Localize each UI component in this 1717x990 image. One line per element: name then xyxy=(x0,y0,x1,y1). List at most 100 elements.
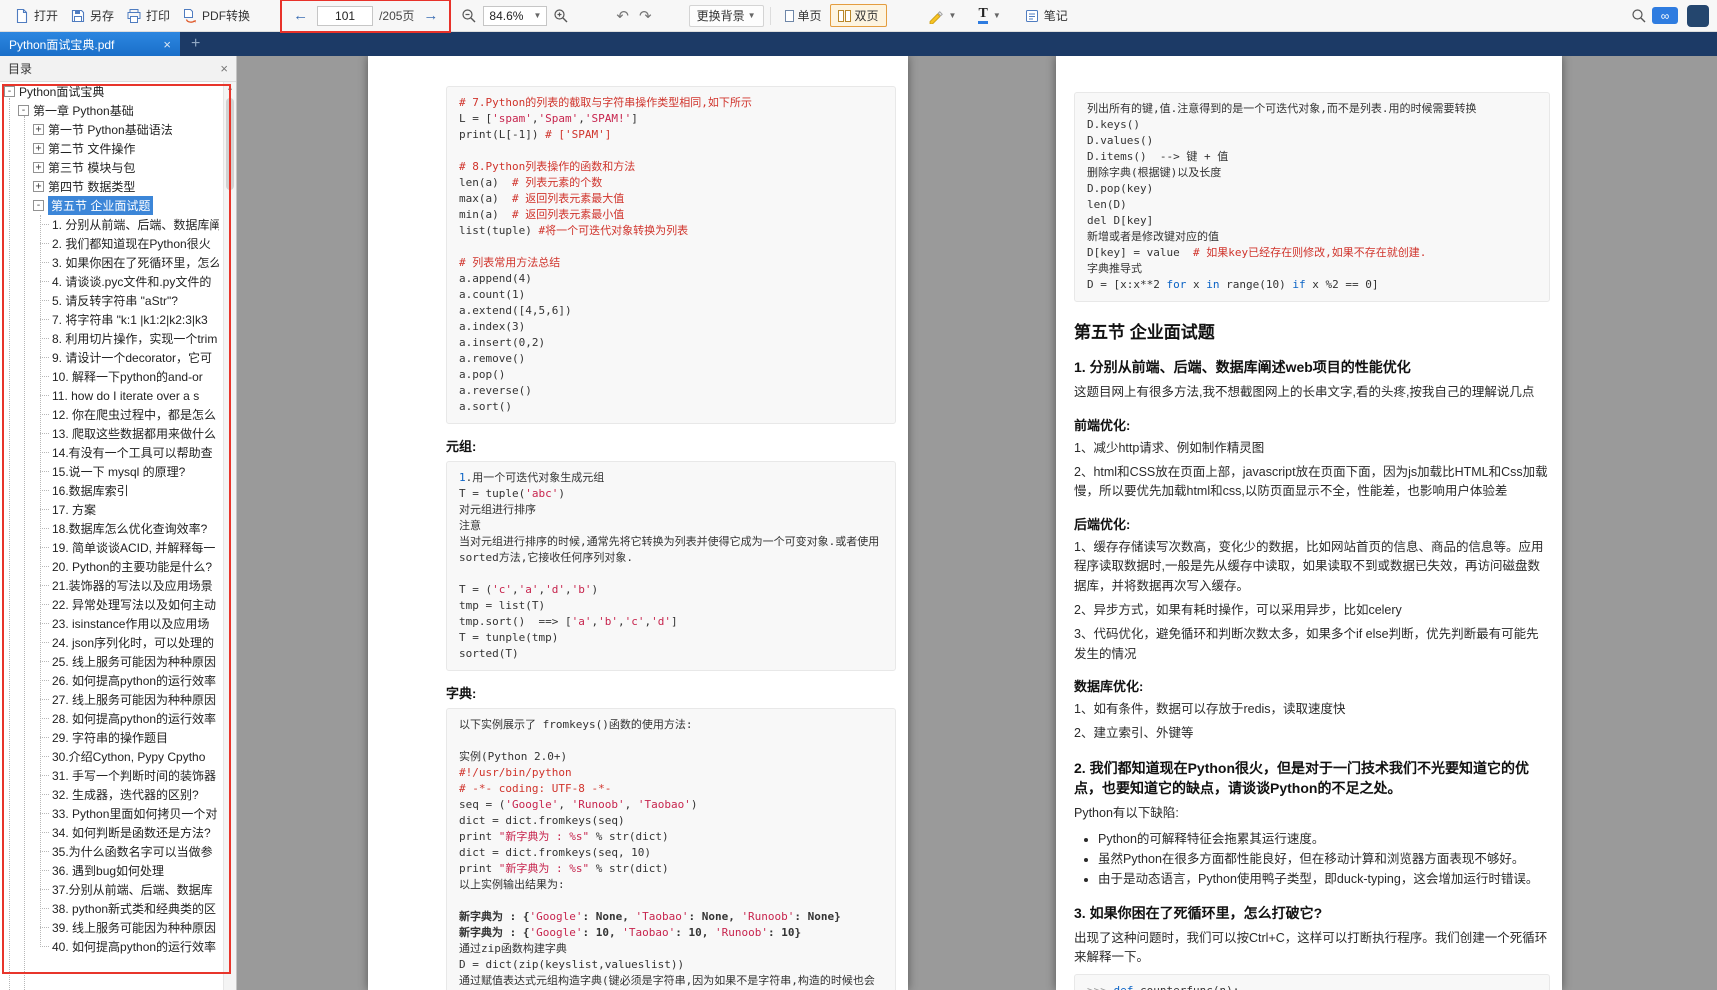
double-page-mode-button[interactable]: 双页 xyxy=(830,4,887,27)
toc-label: 10. 解释一下python的and-or xyxy=(52,368,203,385)
toc-question-item[interactable]: 7. 将字符串 "k:1 |k1:2|k2:3|k3 xyxy=(0,310,223,329)
toc-question-item[interactable]: 11. how do I iterate over a s xyxy=(0,386,223,405)
toc-question-item[interactable]: 4. 请谈谈.pyc文件和.py文件的 xyxy=(0,272,223,291)
tab-close-icon[interactable]: × xyxy=(163,37,171,52)
toc-question-item[interactable]: 2. 我们都知道现在Python很火 xyxy=(0,234,223,253)
toc-question-item[interactable]: 40. 如何提高python的运行效率 xyxy=(0,937,223,956)
change-background-button[interactable]: 更换背景 ▼ xyxy=(689,5,764,27)
single-page-label: 单页 xyxy=(798,7,822,24)
page-number-input[interactable] xyxy=(317,6,373,26)
toc-question-item[interactable]: 24. json序列化时，可以处理的 xyxy=(0,633,223,652)
undo-button[interactable]: ↶ xyxy=(611,7,634,25)
reader-mode-icon[interactable]: ∞ xyxy=(1652,7,1678,24)
toc-question-item[interactable]: 28. 如何提高python的运行效率 xyxy=(0,709,223,728)
toc-question-list: 1. 分别从前端、后端、数据库阐2. 我们都知道现在Python很火3. 如果你… xyxy=(0,215,223,956)
toc-question-item[interactable]: 10. 解释一下python的and-or xyxy=(0,367,223,386)
open-button[interactable]: 打开 xyxy=(8,4,64,27)
zoom-out-icon[interactable] xyxy=(461,8,477,24)
tab-python-pdf[interactable]: Python面试宝典.pdf × xyxy=(0,32,180,56)
document-viewport[interactable]: # 7.Python的列表的截取与字符串操作类型相同,如下所示L = ['spa… xyxy=(238,56,1717,990)
single-page-icon xyxy=(785,10,794,22)
toc-question-item[interactable]: 37.分别从前端、后端、数据库 xyxy=(0,880,223,899)
doc-heading: 3. 如果你困在了死循环里，怎么打破它? xyxy=(1074,903,1550,923)
new-tab-button[interactable]: + xyxy=(180,32,211,56)
text-tool-icon: T xyxy=(978,7,987,24)
print-button[interactable]: 打印 xyxy=(120,4,176,27)
toc-label: 40. 如何提高python的运行效率 xyxy=(52,938,216,955)
doc-heading: 1. 分别从前端、后端、数据库阐述web项目的性能优化 xyxy=(1074,357,1550,377)
prev-page-button[interactable]: ← xyxy=(290,7,311,24)
pdf-convert-button[interactable]: PDF转换 xyxy=(176,4,256,27)
toc-question-item[interactable]: 22. 异常处理写法以及如何主动 xyxy=(0,595,223,614)
toc-node[interactable]: +第四节 数据类型 xyxy=(0,177,223,196)
toc-question-item[interactable]: 8. 利用切片操作，实现一个trim xyxy=(0,329,223,348)
expand-box-icon[interactable]: + xyxy=(33,124,44,135)
single-page-mode-button[interactable]: 单页 xyxy=(777,4,830,27)
toc-question-item[interactable]: 14.有没有一个工具可以帮助查 xyxy=(0,443,223,462)
toc-question-item[interactable]: 35.为什么函数名字可以当做参 xyxy=(0,842,223,861)
toc-question-item[interactable]: 32. 生成器，迭代器的区别? xyxy=(0,785,223,804)
toc-question-item[interactable]: 21.装饰器的写法以及应用场景 xyxy=(0,576,223,595)
toc-label: 13. 爬取这些数据都用来做什么 xyxy=(52,425,216,442)
expand-box-icon[interactable]: + xyxy=(33,162,44,173)
toc-question-item[interactable]: 16.数据库索引 xyxy=(0,481,223,500)
scroll-up-icon[interactable]: ▲ xyxy=(224,82,236,92)
toolbar-edge-icon[interactable] xyxy=(1687,5,1709,27)
toc-node[interactable]: +第二节 文件操作 xyxy=(0,139,223,158)
toc-question-item[interactable]: 27. 线上服务可能因为种种原因 xyxy=(0,690,223,709)
toc-label: 34. 如何判断是函数还是方法? xyxy=(52,824,211,841)
notes-button[interactable]: 笔记 xyxy=(1018,4,1074,27)
toc-question-item[interactable]: 18.数据库怎么优化查询效率? xyxy=(0,519,223,538)
collapse-box-icon[interactable]: - xyxy=(4,86,15,97)
toc-node[interactable]: +第一节 Python基础语法 xyxy=(0,120,223,139)
toc-question-item[interactable]: 13. 爬取这些数据都用来做什么 xyxy=(0,424,223,443)
toc-label: 26. 如何提高python的运行效率 xyxy=(52,672,216,689)
search-icon[interactable] xyxy=(1631,8,1647,24)
expand-box-icon[interactable]: + xyxy=(33,181,44,192)
collapse-box-icon[interactable]: - xyxy=(33,200,44,211)
toc-question-item[interactable]: 23. isinstance作用以及应用场 xyxy=(0,614,223,633)
toc-question-item[interactable]: 20. Python的主要功能是什么? xyxy=(0,557,223,576)
sidebar-close-icon[interactable]: × xyxy=(220,61,228,76)
toc-question-item[interactable]: 9. 请设计一个decorator，它可 xyxy=(0,348,223,367)
toc-node[interactable]: -第五节 企业面试题 xyxy=(0,196,223,215)
toc-label: 32. 生成器，迭代器的区别? xyxy=(52,786,199,803)
toc-label: 第三节 模块与包 xyxy=(48,159,135,176)
toc-question-item[interactable]: 36. 遇到bug如何处理 xyxy=(0,861,223,880)
collapse-box-icon[interactable]: - xyxy=(18,105,29,116)
bullet-item: Python的可解释特征会拖累其运行速度。 xyxy=(1098,829,1550,849)
text-tool-button[interactable]: T ▼ xyxy=(973,5,1005,26)
toc-question-item[interactable]: 25. 线上服务可能因为种种原因 xyxy=(0,652,223,671)
toc-question-item[interactable]: 17. 方案 xyxy=(0,500,223,519)
zoom-level-select[interactable]: 84.6% ▼ xyxy=(483,6,547,26)
toc-question-item[interactable]: 33. Python里面如何拷贝一个对 xyxy=(0,804,223,823)
redo-button[interactable]: ↷ xyxy=(634,7,657,25)
toc-node[interactable]: + 第三节 模块与包 xyxy=(0,158,223,177)
toc-node[interactable]: -第一章 Python基础 xyxy=(0,101,223,120)
toc-question-item[interactable]: 39. 线上服务可能因为种种原因 xyxy=(0,918,223,937)
page-navigation: ← /205页 → xyxy=(290,6,441,26)
toc-label: 28. 如何提高python的运行效率 xyxy=(52,710,216,727)
toc-question-item[interactable]: 1. 分别从前端、后端、数据库阐 xyxy=(0,215,223,234)
toc-question-item[interactable]: 15.说一下 mysql 的原理? xyxy=(0,462,223,481)
code-block: 以下实例展示了 fromkeys()函数的使用方法: 实例(Python 2.0… xyxy=(446,708,896,990)
toc-question-item[interactable]: 29. 字符串的操作题目 xyxy=(0,728,223,747)
toc-question-item[interactable]: 38. python新式类和经典类的区 xyxy=(0,899,223,918)
toc-question-item[interactable]: 19. 简单谈谈ACID, 并解释每一 xyxy=(0,538,223,557)
toc-question-item[interactable]: 5. 请反转字符串 "aStr"? xyxy=(0,291,223,310)
toc-question-item[interactable]: 30.介绍Cython, Pypy Cpytho xyxy=(0,747,223,766)
toc-question-item[interactable]: 12. 你在爬虫过程中，都是怎么 xyxy=(0,405,223,424)
zoom-in-icon[interactable] xyxy=(553,8,569,24)
toc-node[interactable]: -Python面试宝典 xyxy=(0,82,223,101)
toc-question-item[interactable]: 34. 如何判断是函数还是方法? xyxy=(0,823,223,842)
toc-question-item[interactable]: 31. 手写一个判断时间的装饰器 xyxy=(0,766,223,785)
pdf-reader-window: 打开 另存 打印 PDF转换 ← /205页 → 84.6% ▼ xyxy=(0,0,1717,990)
toc-question-item[interactable]: 26. 如何提高python的运行效率 xyxy=(0,671,223,690)
scrollbar-thumb[interactable] xyxy=(226,98,234,190)
sidebar-scrollbar[interactable]: ▲ xyxy=(223,82,236,990)
expand-box-icon[interactable]: + xyxy=(33,143,44,154)
save-as-button[interactable]: 另存 xyxy=(64,4,120,27)
toc-question-item[interactable]: 3. 如果你困在了死循环里，怎么 xyxy=(0,253,223,272)
next-page-button[interactable]: → xyxy=(420,7,441,24)
highlighter-button[interactable]: ▼ xyxy=(923,6,962,26)
